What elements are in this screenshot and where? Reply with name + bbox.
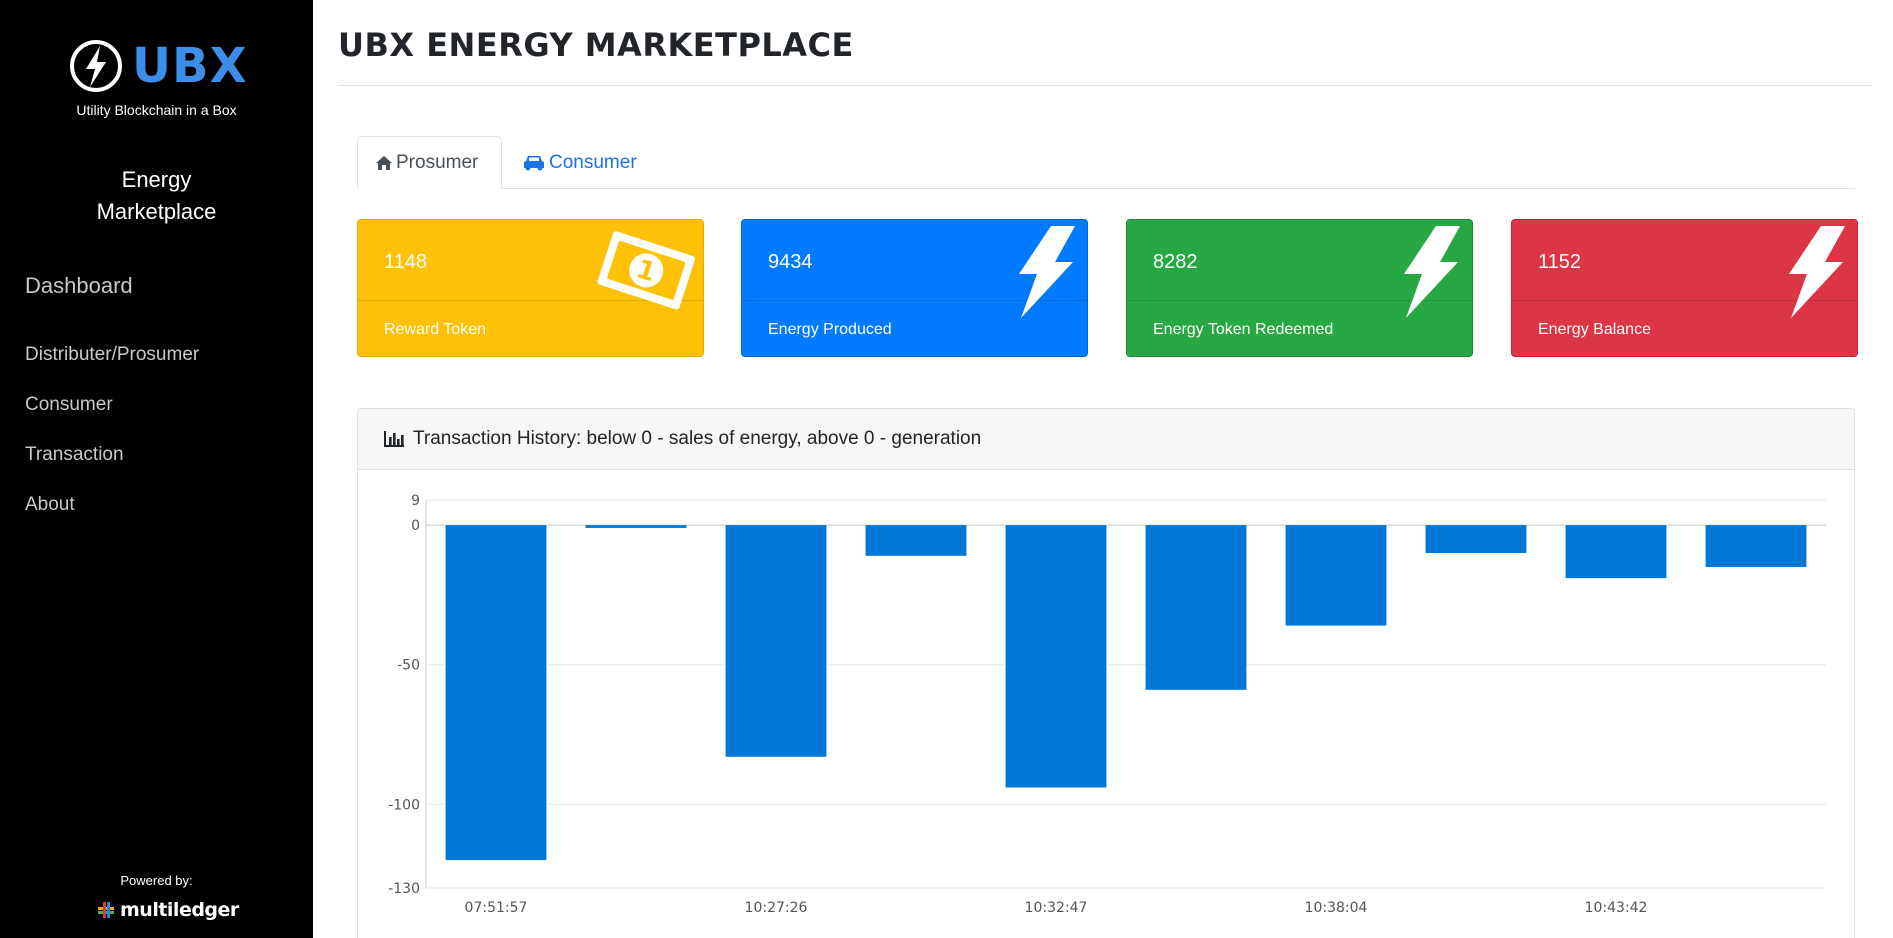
x-tick-label: 10:43:42: [1585, 900, 1648, 916]
brand-subtitle: Energy Marketplace: [0, 164, 313, 228]
card-label: Reward Token: [384, 321, 486, 338]
card-value: 9434: [768, 251, 813, 273]
nav-transaction[interactable]: Transaction: [25, 444, 124, 466]
card-energy-produced[interactable]: 9434 Energy Produced: [741, 219, 1088, 357]
bolt-icon: [1019, 226, 1075, 318]
chart-bar[interactable]: [585, 525, 687, 528]
bolt-icon: [1404, 226, 1460, 318]
tab-consumer[interactable]: Consumer: [505, 136, 654, 189]
nav-distributer-prosumer[interactable]: Distributer/Prosumer: [25, 344, 199, 366]
bolt-icon: [1789, 226, 1845, 318]
x-tick-label: 07:51:57: [465, 900, 528, 916]
brand-line-2: Marketplace: [96, 199, 217, 224]
page-title: UBX ENERGY MARKETPLACE: [338, 26, 854, 64]
y-tick-label: -50: [397, 658, 420, 674]
tab-prosumer-label: Prosumer: [396, 151, 479, 173]
tagline: Utility Blockchain in a Box: [76, 102, 237, 118]
tab-consumer-label: Consumer: [549, 151, 637, 173]
transaction-history-panel: Transaction History: below 0 - sales of …: [357, 408, 1855, 938]
x-tick-label: 10:38:04: [1305, 900, 1368, 916]
y-tick-label: 9: [411, 493, 420, 509]
multiledger-mark-icon: [98, 902, 114, 918]
tab-prosumer[interactable]: Prosumer: [357, 136, 502, 189]
card-value: 1152: [1538, 251, 1582, 273]
chart-bar[interactable]: [1005, 525, 1107, 788]
multiledger-logo[interactable]: multiledger: [96, 898, 239, 922]
card-reward-token[interactable]: 1148 Reward Token 1: [357, 219, 704, 357]
chart-bar[interactable]: [1705, 525, 1807, 567]
panel-title: Transaction History: below 0 - sales of …: [413, 428, 982, 449]
card-label: Energy Balance: [1538, 321, 1651, 338]
card-label: Energy Produced: [768, 321, 892, 338]
bolt-circle-icon: [70, 40, 122, 92]
card-energy-balance[interactable]: 1152 Energy Balance: [1511, 219, 1858, 357]
chart-bar[interactable]: [1285, 525, 1387, 626]
car-icon: [524, 155, 544, 170]
chart-bar[interactable]: [725, 525, 827, 757]
y-tick-label: 0: [411, 518, 420, 534]
nav-dashboard[interactable]: Dashboard: [25, 273, 133, 299]
chart-bar[interactable]: [1565, 525, 1667, 579]
home-icon: [376, 155, 392, 170]
bar-chart-icon: [384, 431, 404, 447]
card-value: 8282: [1153, 251, 1198, 273]
nav-about[interactable]: About: [25, 494, 75, 516]
chart-bar[interactable]: [445, 525, 547, 861]
x-tick-label: 10:27:26: [745, 900, 808, 916]
ubx-logo[interactable]: UBX: [68, 36, 248, 100]
logo-text: UBX: [132, 38, 248, 94]
y-tick-label: -100: [388, 797, 420, 813]
x-tick-label: 10:32:47: [1025, 900, 1088, 916]
powered-by-label: Powered by:: [120, 873, 193, 888]
panel-header: Transaction History: below 0 - sales of …: [358, 409, 1854, 470]
chart-bar[interactable]: [1425, 525, 1527, 554]
nav-consumer[interactable]: Consumer: [25, 394, 113, 416]
brand-line-1: Energy: [121, 167, 192, 192]
transaction-chart: 9 0 -50 -100 -130 07:51:57 10:27:26 10:32:47 10:…: [388, 493, 1826, 916]
y-tick-label: -130: [388, 881, 420, 897]
money-bill-icon: 1: [597, 231, 696, 310]
title-divider: [338, 85, 1873, 86]
chart-bar[interactable]: [865, 525, 967, 556]
card-energy-token-redeemed[interactable]: 8282 Energy Token Redeemed: [1126, 219, 1473, 357]
card-label: Energy Token Redeemed: [1153, 321, 1334, 338]
multiledger-text: multiledger: [120, 899, 239, 921]
sidebar: UBX Utility Blockchain in a Box Energy M…: [0, 0, 313, 938]
chart-bar[interactable]: [1145, 525, 1247, 690]
card-value: 1148: [384, 251, 428, 273]
